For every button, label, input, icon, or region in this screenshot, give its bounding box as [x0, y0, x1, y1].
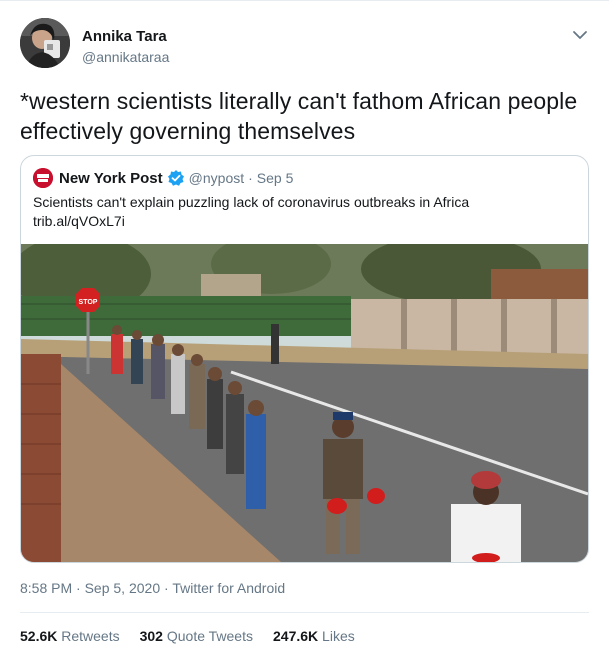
retweets-stat[interactable]: 52.6K Retweets [20, 628, 120, 644]
likes-label: Likes [322, 628, 355, 644]
stats-divider [20, 612, 589, 613]
tweet-timestamp: 8:58 PM · Sep 5, 2020 · Twitter for Andr… [20, 580, 285, 596]
likes-stat[interactable]: 247.6K Likes [273, 628, 355, 644]
quoted-tweet-photo[interactable]: STOP [21, 234, 588, 562]
avatar[interactable] [20, 18, 70, 68]
quoted-tweet-text: Scientists can't explain puzzling lack o… [33, 193, 578, 231]
author-display-name[interactable]: Annika Tara [82, 28, 169, 46]
quoted-date[interactable]: Sep 5 [257, 170, 294, 186]
tweet-stats: 52.6K Retweets 302 Quote Tweets 247.6K L… [20, 628, 375, 644]
retweets-label: Retweets [61, 628, 120, 644]
retweets-count: 52.6K [20, 628, 58, 644]
tweet-time[interactable]: 8:58 PM [20, 580, 72, 596]
meta-separator-2: · [164, 580, 169, 596]
quote-tweets-count: 302 [139, 628, 163, 644]
meta-separator-1: · [76, 580, 81, 596]
author-handle[interactable]: @annikataraa [82, 48, 169, 66]
quote-tweets-stat[interactable]: 302 Quote Tweets [140, 628, 253, 644]
likes-count: 247.6K [273, 628, 319, 644]
quoted-tweet-card[interactable]: New York Post @nypost · Sep 5 Scientists… [20, 155, 589, 563]
top-border [0, 0, 609, 1]
tweet-client[interactable]: Twitter for Android [172, 580, 285, 596]
tweet-text: *western scientists literally can't fath… [20, 88, 578, 144]
nypost-logo [33, 168, 53, 188]
quoted-tweet-header: New York Post @nypost · Sep 5 [33, 167, 293, 189]
verified-badge-icon [167, 169, 185, 187]
quoted-display-name[interactable]: New York Post [59, 170, 163, 187]
tweet-date[interactable]: Sep 5, 2020 [85, 580, 161, 596]
stop-sign-text: STOP [79, 299, 98, 306]
quoted-handle[interactable]: @nypost [189, 170, 244, 186]
quoted-link[interactable]: trib.al/qVOxL7i [33, 212, 578, 231]
chevron-down-icon[interactable] [571, 26, 589, 44]
quote-tweets-label: Quote Tweets [166, 628, 253, 644]
author-info: Annika Tara @annikataraa [82, 28, 169, 66]
tweet-header: Annika Tara @annikataraa [20, 18, 595, 74]
quoted-separator: · [248, 170, 253, 186]
quoted-headline: Scientists can't explain puzzling lack o… [33, 194, 470, 210]
